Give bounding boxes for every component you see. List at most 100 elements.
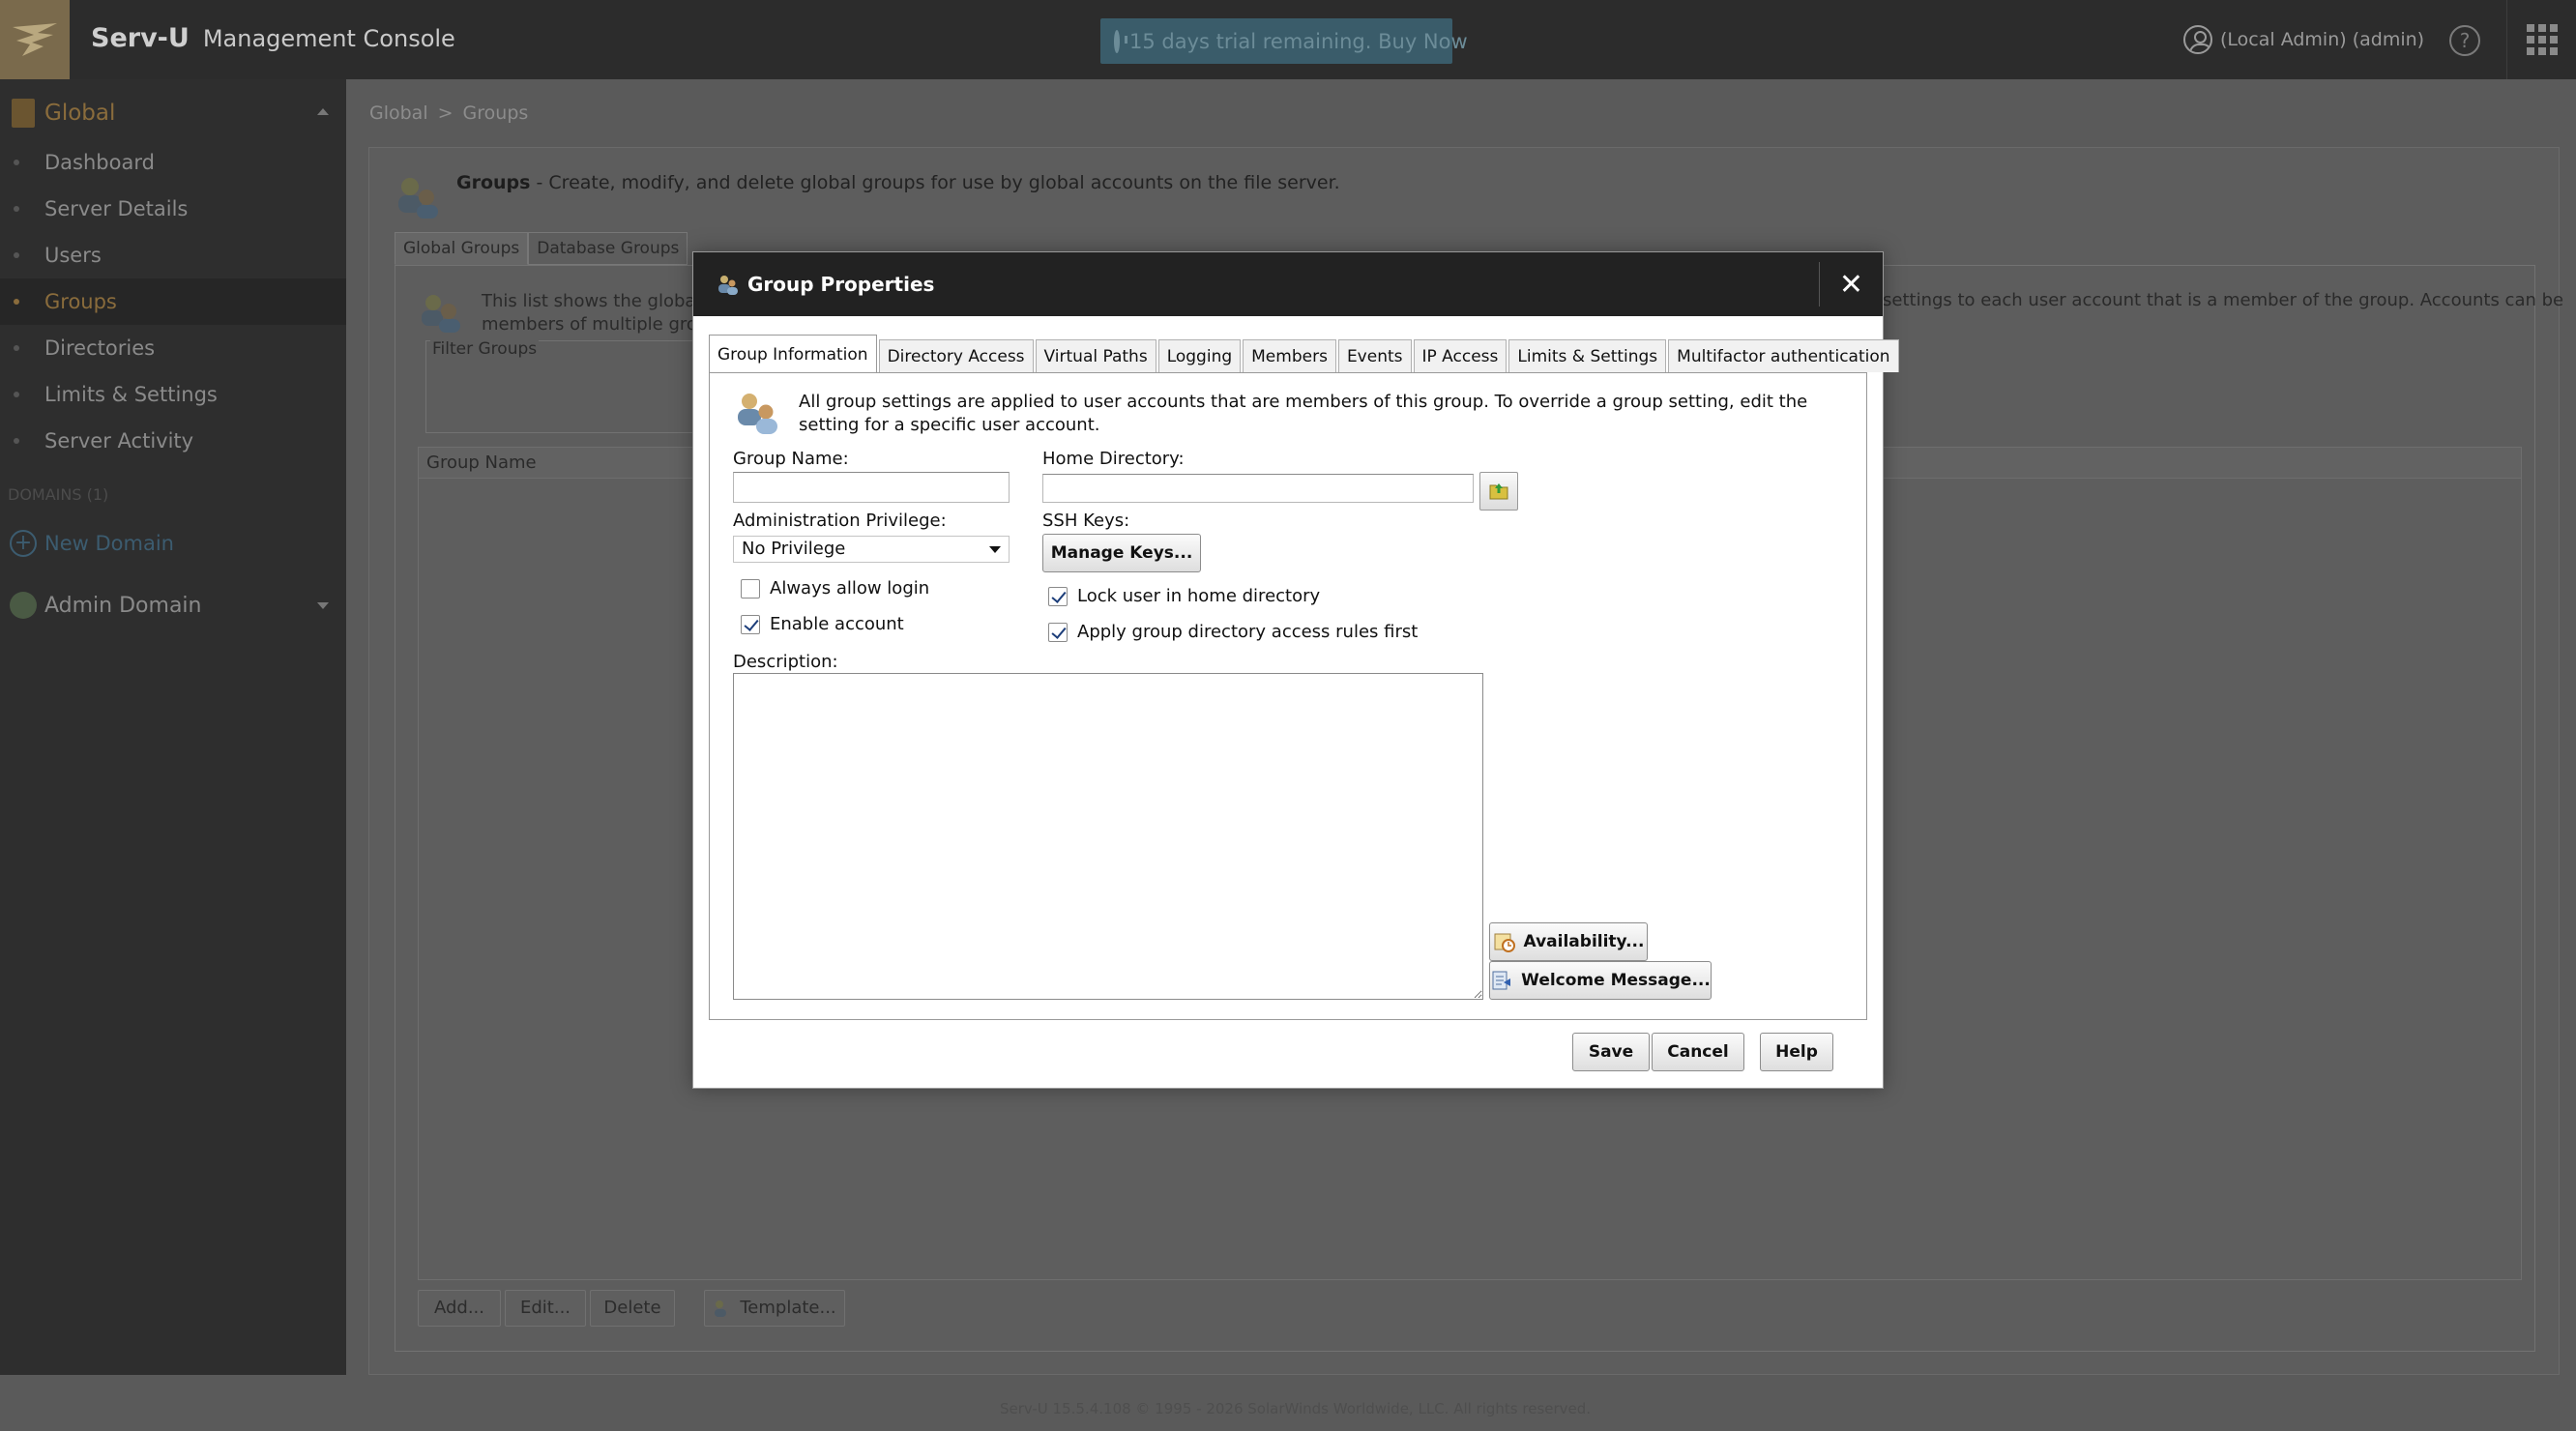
collapse-caret-icon — [317, 108, 329, 115]
enable-account-checkbox[interactable]: Enable account — [741, 614, 904, 634]
admin-privilege-label: Administration Privilege: — [733, 511, 947, 531]
delete-button[interactable]: Delete — [590, 1290, 675, 1327]
tab-members[interactable]: Members — [1243, 339, 1336, 372]
admin-privilege-value: No Privilege — [742, 539, 846, 559]
domains-header: DOMAINS (1) — [8, 485, 109, 504]
groups-info-text: This list shows the global g members of m… — [482, 290, 717, 336]
sidebar-item-users[interactable]: Users — [0, 232, 346, 278]
new-domain-link[interactable]: + New Domain — [0, 530, 174, 557]
serv-u-logo[interactable] — [0, 0, 70, 79]
groups-icon — [398, 178, 438, 219]
sidebar-item-label: Limits & Settings — [44, 383, 218, 406]
close-icon[interactable]: ✕ — [1819, 262, 1883, 307]
admin-privilege-select[interactable]: No Privilege — [733, 536, 1010, 563]
server-icon — [12, 99, 35, 128]
expand-caret-icon — [317, 602, 329, 609]
tab-database-groups[interactable]: Database Groups — [528, 232, 688, 265]
tab-ip-access[interactable]: IP Access — [1413, 339, 1508, 372]
sidebar-item-label: Server Activity — [44, 429, 194, 453]
top-bar: Serv-U Management Console 15 days trial r… — [0, 0, 2576, 79]
tab-events[interactable]: Events — [1337, 339, 1412, 372]
dialog-tabs: Group Information Directory Access Virtu… — [709, 334, 1901, 373]
checkbox-box — [741, 578, 760, 599]
group-info-icon — [738, 394, 777, 434]
chevron-down-icon — [989, 546, 1001, 553]
always-allow-login-label: Always allow login — [770, 578, 930, 599]
home-directory-input[interactable] — [1042, 474, 1474, 503]
user-icon — [2183, 25, 2212, 54]
breadcrumb-global[interactable]: Global — [369, 102, 428, 124]
page-description: Groups - Create, modify, and delete glob… — [456, 172, 1340, 193]
dialog-title: Group Properties — [747, 273, 935, 296]
tab-multifactor-authentication[interactable]: Multifactor authentication — [1668, 339, 1899, 372]
new-domain-label: New Domain — [44, 532, 174, 555]
edit-button[interactable]: Edit... — [505, 1290, 586, 1327]
lock-home-directory-label: Lock user in home directory — [1077, 586, 1321, 606]
app-launcher-button[interactable] — [2506, 0, 2576, 79]
sidebar-item-server-details[interactable]: Server Details — [0, 186, 346, 232]
trial-banner[interactable]: 15 days trial remaining. Buy Now — [1100, 18, 1468, 64]
template-button-label: Template... — [740, 1298, 836, 1318]
user-menu[interactable]: (Local Admin) (admin) — [2183, 25, 2424, 54]
dialog-title-bar[interactable]: Group Properties ✕ — [693, 252, 1883, 316]
calendar-clock-icon — [1494, 933, 1515, 952]
group-settings-info: All group settings are applied to user a… — [799, 392, 1808, 435]
tab-logging[interactable]: Logging — [1157, 339, 1242, 372]
sidebar-item-label: Server Details — [44, 197, 189, 220]
sidebar-item-label: Groups — [44, 290, 117, 313]
help-icon[interactable]: ? — [2449, 25, 2480, 56]
grid-icon — [2526, 24, 2558, 55]
filter-groups-label: Filter Groups — [430, 339, 540, 359]
groups-info-line1: This list shows the global g — [482, 291, 717, 311]
tab-directory-access[interactable]: Directory Access — [878, 339, 1034, 372]
checkbox-box — [1048, 622, 1068, 642]
welcome-message-button[interactable]: Welcome Message... — [1489, 961, 1712, 1000]
sidebar: Global Dashboard Server Details Users Gr… — [0, 79, 346, 1375]
app-title: Serv-U Management Console — [91, 23, 455, 53]
folder-icon — [1489, 483, 1508, 500]
sidebar-item-limits-settings[interactable]: Limits & Settings — [0, 371, 346, 418]
sidebar-global-label: Global — [44, 101, 116, 126]
globe-icon — [10, 592, 37, 619]
welcome-message-label: Welcome Message... — [1521, 971, 1711, 990]
checkbox-box — [1048, 586, 1068, 606]
browse-folder-button[interactable] — [1479, 472, 1518, 511]
trial-banner-text: 15 days trial remaining. Buy Now — [1129, 29, 1468, 53]
tab-limits-settings[interactable]: Limits & Settings — [1508, 339, 1667, 372]
page-title: Groups — [456, 172, 531, 193]
enable-account-label: Enable account — [770, 614, 904, 634]
template-button[interactable]: Template... — [704, 1290, 845, 1327]
help-button[interactable]: Help — [1760, 1033, 1833, 1071]
sidebar-item-groups[interactable]: Groups — [0, 278, 346, 325]
admin-domain-item[interactable]: Admin Domain — [0, 592, 346, 619]
app-name: Serv-U — [91, 23, 190, 53]
sidebar-item-label: Users — [44, 244, 102, 267]
tab-virtual-paths[interactable]: Virtual Paths — [1035, 339, 1156, 372]
groups-info-icon — [422, 295, 460, 333]
availability-button[interactable]: Availability... — [1489, 922, 1648, 961]
sidebar-item-dashboard[interactable]: Dashboard — [0, 139, 346, 186]
sidebar-global-section[interactable]: Global — [0, 89, 346, 137]
always-allow-login-checkbox[interactable]: Always allow login — [741, 578, 929, 599]
cancel-button[interactable]: Cancel — [1652, 1033, 1744, 1071]
save-button[interactable]: Save — [1572, 1033, 1650, 1071]
sidebar-item-directories[interactable]: Directories — [0, 325, 346, 371]
app-subtitle: Management Console — [202, 25, 455, 52]
group-properties-icon — [718, 276, 738, 295]
group-name-label: Group Name: — [733, 449, 849, 469]
apply-rules-first-checkbox[interactable]: Apply group directory access rules first — [1048, 622, 1418, 642]
template-icon — [715, 1300, 726, 1317]
description-textarea[interactable] — [733, 673, 1483, 1000]
lock-home-directory-checkbox[interactable]: Lock user in home directory — [1048, 586, 1320, 606]
add-button[interactable]: Add... — [418, 1290, 501, 1327]
manage-keys-button[interactable]: Manage Keys... — [1042, 534, 1201, 572]
description-label: Description: — [733, 652, 838, 672]
tab-global-groups[interactable]: Global Groups — [395, 232, 529, 265]
group-name-input[interactable] — [733, 472, 1010, 503]
ssh-keys-label: SSH Keys: — [1042, 511, 1130, 531]
tab-group-information[interactable]: Group Information — [709, 335, 877, 373]
plus-icon: + — [10, 530, 37, 557]
groups-info-line2: members of multiple grou — [482, 314, 709, 335]
sidebar-item-server-activity[interactable]: Server Activity — [0, 418, 346, 464]
sidebar-item-label: Directories — [44, 336, 156, 360]
